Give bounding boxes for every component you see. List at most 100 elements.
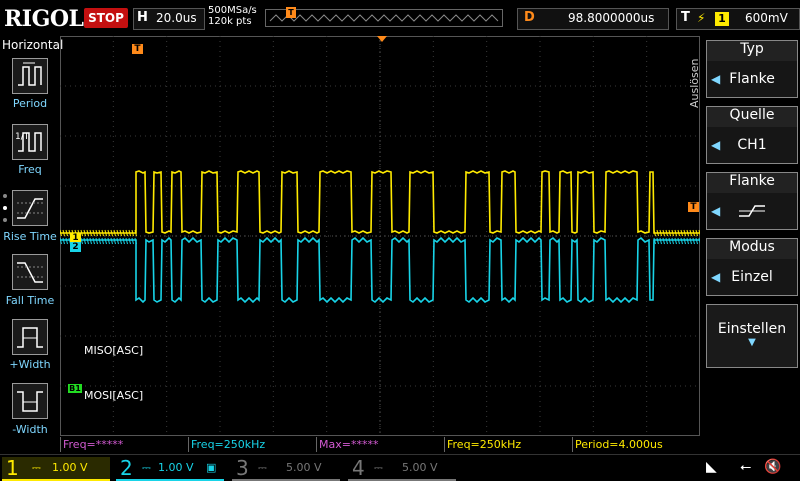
pos-width-label: +Width — [9, 358, 51, 371]
ch2-ground-marker[interactable]: 2 — [70, 242, 81, 252]
ch2-idle-noise — [656, 237, 659, 245]
menu-slope-header: Flanke — [707, 173, 797, 193]
ch2-idle-noise — [95, 237, 98, 245]
ch2-idle-noise — [692, 237, 695, 245]
settings-button[interactable]: Einstellen ▼ — [706, 304, 798, 368]
waveform-display[interactable]: 1 2 T T MISO[ASC] B1 MOSI[ASC] — [60, 36, 700, 436]
measurement-bar: Freq=***** Freq=250kHz Max=***** Freq=25… — [60, 437, 700, 453]
freq-icon: 1/T — [15, 132, 42, 152]
miso-decode-label: MISO[ASC] — [84, 344, 144, 357]
freq-button[interactable]: 1/T — [12, 124, 48, 160]
measurement-5[interactable]: Period=4.000us — [572, 437, 701, 452]
ch2-idle-noise — [683, 237, 686, 245]
ch2-idle-noise — [662, 237, 665, 245]
rise-time-label: Rise Time — [3, 230, 57, 243]
menu-type[interactable]: Typ ◀ Flanke — [706, 40, 798, 98]
timebase-value: 20.0us — [156, 11, 197, 25]
trigger-level-value: 600mV — [745, 11, 788, 25]
measurement-3[interactable]: Max=***** — [316, 437, 445, 452]
ch2-idle-noise — [695, 237, 698, 245]
page-dot — [3, 218, 7, 222]
channel-4-status[interactable]: 4 ⎓ 5.00 V — [348, 457, 456, 481]
neg-width-button[interactable] — [12, 383, 48, 419]
menu-source-header: Quelle — [707, 107, 797, 127]
measurement-2[interactable]: Freq=250kHz — [188, 437, 317, 452]
channel-2-scale: 1.00 V — [158, 461, 194, 474]
ch2-idle-noise — [104, 237, 107, 245]
ch2-idle-noise — [689, 237, 692, 245]
rise-time-button[interactable] — [12, 190, 48, 226]
menu-mode[interactable]: Modus ◀ Einzel — [706, 238, 798, 296]
trigger-position-bar[interactable]: T — [265, 7, 503, 27]
ch2-idle-noise — [101, 237, 104, 245]
ch2-idle-noise — [83, 237, 86, 245]
ch2-idle-noise — [107, 237, 110, 245]
delay-value: 98.8000000us — [568, 11, 655, 25]
ch2-idle-noise — [122, 237, 125, 245]
mosi-decode-label: MOSI[ASC] — [84, 389, 144, 402]
rising-edge-icon — [739, 205, 765, 217]
page-dot — [3, 206, 7, 210]
measurement-4[interactable]: Freq=250kHz — [444, 437, 573, 452]
channel-4-number: 4 — [352, 456, 365, 480]
menu-slope[interactable]: Flanke ◀ — [706, 172, 798, 230]
usb-icon: ⭠ — [740, 459, 752, 475]
left-arrow-icon: ◀ — [711, 72, 721, 86]
ch2-idle-noise — [665, 237, 668, 245]
center-marker-icon — [377, 36, 387, 42]
sound-muted-icon[interactable]: 🔇 — [764, 459, 781, 475]
timebase-label: H — [137, 10, 148, 25]
run-stop-button[interactable]: STOP — [84, 8, 128, 28]
coupling-icon: ⎓ — [374, 461, 383, 474]
ch2-idle-noise — [119, 237, 122, 245]
period-label: Period — [12, 97, 48, 110]
bandwidth-limit-icon: ▣ — [206, 461, 217, 474]
channel-2-status[interactable]: 2 ⎓ 1.00 V ▣ — [116, 457, 224, 481]
period-icon — [18, 62, 42, 86]
ch2-idle-noise — [686, 237, 689, 245]
trigger-level-marker[interactable]: T — [688, 202, 699, 212]
menu-source-value: CH1 — [737, 137, 767, 153]
ch2-idle-noise — [131, 237, 134, 245]
left-arrow-icon: ◀ — [711, 204, 721, 218]
ch2-idle-noise — [110, 237, 113, 245]
period-button[interactable] — [12, 58, 48, 94]
delay-display[interactable]: D 98.8000000us — [517, 8, 669, 30]
channel-1-scale: 1.00 V — [52, 461, 88, 474]
delay-label: D — [524, 10, 535, 25]
channel-1-status[interactable]: 1 ⎓ 1.00 V — [2, 457, 110, 481]
timebase-display[interactable]: H 20.0us — [133, 8, 205, 30]
left-arrow-icon: ◀ — [711, 270, 721, 284]
trigger-source-badge: 1 — [715, 12, 729, 26]
trigger-display[interactable]: T ⚡ 1 600mV — [676, 8, 800, 30]
page-dot — [3, 194, 7, 198]
rise-time-icon — [17, 198, 43, 219]
menu-icon[interactable]: ◣ — [706, 459, 717, 475]
menu-source[interactable]: Quelle ◀ CH1 — [706, 106, 798, 164]
memory-depth: 120k pts — [208, 16, 252, 27]
ch2-waveform — [60, 236, 700, 304]
coupling-icon: ⎓ — [142, 461, 151, 474]
ch2-idle-noise — [86, 237, 89, 245]
channel-bar: 1 ⎓ 1.00 V 2 ⎓ 1.00 V ▣ 3 ⎓ 5.00 V 4 ⎓ 5… — [0, 454, 800, 481]
channel-3-status[interactable]: 3 ⎓ 5.00 V — [232, 457, 340, 481]
ch2-idle-noise — [113, 237, 116, 245]
pos-width-button[interactable] — [12, 319, 48, 355]
menu-mode-value: Einzel — [731, 269, 773, 285]
ch2-idle-noise — [677, 237, 680, 245]
menu-title: Auslösen — [688, 58, 701, 108]
trigger-time-marker: T — [132, 44, 143, 54]
ch2-idle-noise — [680, 237, 683, 245]
ch1-waveform — [60, 170, 700, 234]
measurement-1[interactable]: Freq=***** — [60, 437, 189, 452]
ch2-idle-noise — [668, 237, 671, 245]
ch2-idle-noise — [80, 237, 83, 245]
status-bar: RIGOL STOP H 20.0us 500MSa/s 120k pts T … — [0, 0, 800, 36]
bus-marker[interactable]: B1 — [68, 384, 82, 393]
ch2-idle-noise — [60, 237, 62, 245]
ch2-idle-noise — [116, 237, 119, 245]
fall-time-button[interactable] — [12, 254, 48, 290]
svg-text:1/T: 1/T — [15, 132, 30, 142]
waveform-overview-icon — [269, 14, 499, 22]
trigger-position-marker: T — [286, 7, 296, 18]
